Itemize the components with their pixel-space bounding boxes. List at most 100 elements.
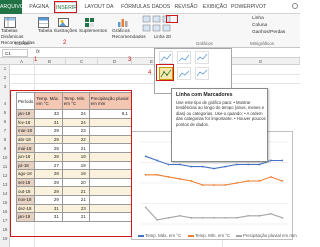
tab-file[interactable]: ARQUIVO: [0, 0, 24, 14]
row-header[interactable]: 15: [0, 200, 10, 205]
tab-home[interactable]: PÁGINA INICIAL: [24, 2, 54, 21]
data-point[interactable]: [190, 180, 193, 182]
row-header[interactable]: 16: [0, 209, 10, 214]
row-header[interactable]: 13: [0, 182, 10, 187]
tab-formulas[interactable]: FÓRMULAS: [121, 2, 150, 13]
row-header[interactable]: 19: [0, 236, 10, 241]
data-point[interactable]: [270, 175, 272, 178]
tab-data[interactable]: DADOS: [151, 2, 171, 13]
sparkline-line[interactable]: Linha: [252, 16, 264, 22]
row-header[interactable]: 4: [0, 101, 10, 106]
data-point[interactable]: [247, 163, 250, 166]
callout-number-2: 2: [63, 40, 67, 46]
formula-bar: C1 fx: [0, 48, 300, 58]
data-point[interactable]: [156, 159, 158, 162]
callout-box-line-markers: [156, 64, 174, 81]
sparkline-column[interactable]: Coluna: [252, 23, 267, 29]
row-header[interactable]: 8: [0, 137, 10, 142]
data-point[interactable]: [144, 173, 147, 176]
col-header[interactable]: C: [66, 58, 98, 65]
data-point[interactable]: [190, 165, 193, 168]
recommended-charts-label[interactable]: Gráficos Recomendados: [112, 29, 146, 41]
illustrations-icon[interactable]: [58, 17, 69, 28]
row-header[interactable]: 17: [0, 218, 10, 223]
data-point[interactable]: [258, 163, 261, 166]
data-point[interactable]: [213, 167, 215, 170]
name-box[interactable]: C1: [2, 49, 28, 57]
data-point[interactable]: [270, 159, 272, 162]
ribbon-insert: Tabelas Dinâmicas Recomendadas Tabela Ta…: [0, 14, 300, 48]
pivot-table-icon[interactable]: [4, 17, 16, 28]
legend-label: Precipitação pluvial em mm: [243, 233, 297, 238]
data-point[interactable]: [190, 216, 193, 219]
row-header[interactable]: 11: [0, 164, 10, 169]
row-header[interactable]: 14: [0, 191, 10, 196]
row-header[interactable]: 2: [0, 75, 10, 80]
data-point[interactable]: [235, 182, 238, 184]
data-point[interactable]: [178, 214, 181, 217]
tab-powerpivot[interactable]: POWERPIVOT: [231, 2, 266, 13]
data-point[interactable]: [247, 180, 250, 182]
data-point[interactable]: [281, 180, 284, 182]
row-header[interactable]: 10: [0, 155, 10, 160]
col-header[interactable]: D: [98, 58, 132, 65]
row-header[interactable]: 9: [0, 146, 10, 151]
data-point[interactable]: [258, 180, 261, 182]
data-point[interactable]: [247, 214, 250, 217]
data-point[interactable]: [235, 163, 238, 166]
tab-review[interactable]: REVISÃO: [172, 2, 200, 13]
tab-view[interactable]: EXIBIÇÃO: [201, 2, 229, 13]
row-header[interactable]: 3: [0, 84, 10, 89]
row-header[interactable]: 5: [0, 110, 10, 115]
row-header[interactable]: 12: [0, 173, 10, 178]
chart-legend: Temp. Máx. em °C Temp. Mín. em °C Precip…: [136, 233, 297, 239]
sparkline-winloss[interactable]: Ganhos/Perdas: [252, 30, 285, 36]
addins-icon[interactable]: [84, 17, 95, 28]
row-header[interactable]: 1: [0, 66, 10, 71]
series-line-1[interactable]: [145, 174, 283, 186]
recommended-charts-icon[interactable]: [117, 17, 129, 28]
data-point[interactable]: [167, 216, 170, 219]
data-point[interactable]: [201, 165, 204, 168]
row-header[interactable]: 6: [0, 119, 10, 124]
data-point[interactable]: [201, 216, 204, 219]
data-point[interactable]: [144, 155, 147, 158]
data-point[interactable]: [281, 216, 284, 219]
data-point[interactable]: [213, 184, 215, 186]
data-point[interactable]: [156, 173, 158, 176]
data-point[interactable]: [258, 214, 261, 217]
illustrations-label[interactable]: Ilustrações: [54, 29, 77, 35]
table-icon[interactable]: [38, 17, 49, 28]
data-point[interactable]: [213, 216, 215, 219]
row-headers: 1 2 3 4 5 6 7 8 9 10 11 12 13 14 15 16 1…: [0, 65, 10, 247]
data-point[interactable]: [201, 184, 204, 186]
callout-number-3: 3: [128, 57, 132, 63]
data-point[interactable]: [167, 163, 170, 166]
legend-item: Temp. Máx. em °C: [138, 233, 181, 238]
data-point[interactable]: [224, 216, 227, 219]
data-point[interactable]: [224, 165, 227, 168]
col-header[interactable]: B: [34, 58, 66, 65]
callout-box-line-chart-button: [166, 15, 178, 23]
table-label[interactable]: Tabela: [38, 29, 52, 35]
legend-swatch: [138, 235, 144, 237]
row-header[interactable]: 7: [0, 128, 10, 133]
row-header[interactable]: 18: [0, 227, 10, 232]
data-point[interactable]: [178, 163, 181, 166]
tab-page-layout[interactable]: LAYOUT DA PÁGINA: [79, 2, 119, 21]
addins-label[interactable]: Suplementos: [79, 29, 107, 35]
data-point[interactable]: [167, 175, 170, 178]
tooltip-title: Linha com Marcadores: [176, 92, 233, 98]
col-header[interactable]: A: [10, 58, 34, 65]
data-point[interactable]: [156, 219, 158, 221]
data-point[interactable]: [178, 178, 181, 180]
data-point[interactable]: [235, 216, 238, 219]
fx-icon[interactable]: fx: [36, 49, 40, 55]
user-icon[interactable]: [292, 3, 298, 9]
data-point[interactable]: [281, 159, 284, 162]
legend-swatch: [188, 235, 194, 237]
data-point[interactable]: [144, 206, 147, 209]
data-point[interactable]: [224, 184, 227, 186]
data-point[interactable]: [270, 212, 272, 215]
col-header[interactable]: G: [222, 58, 300, 65]
